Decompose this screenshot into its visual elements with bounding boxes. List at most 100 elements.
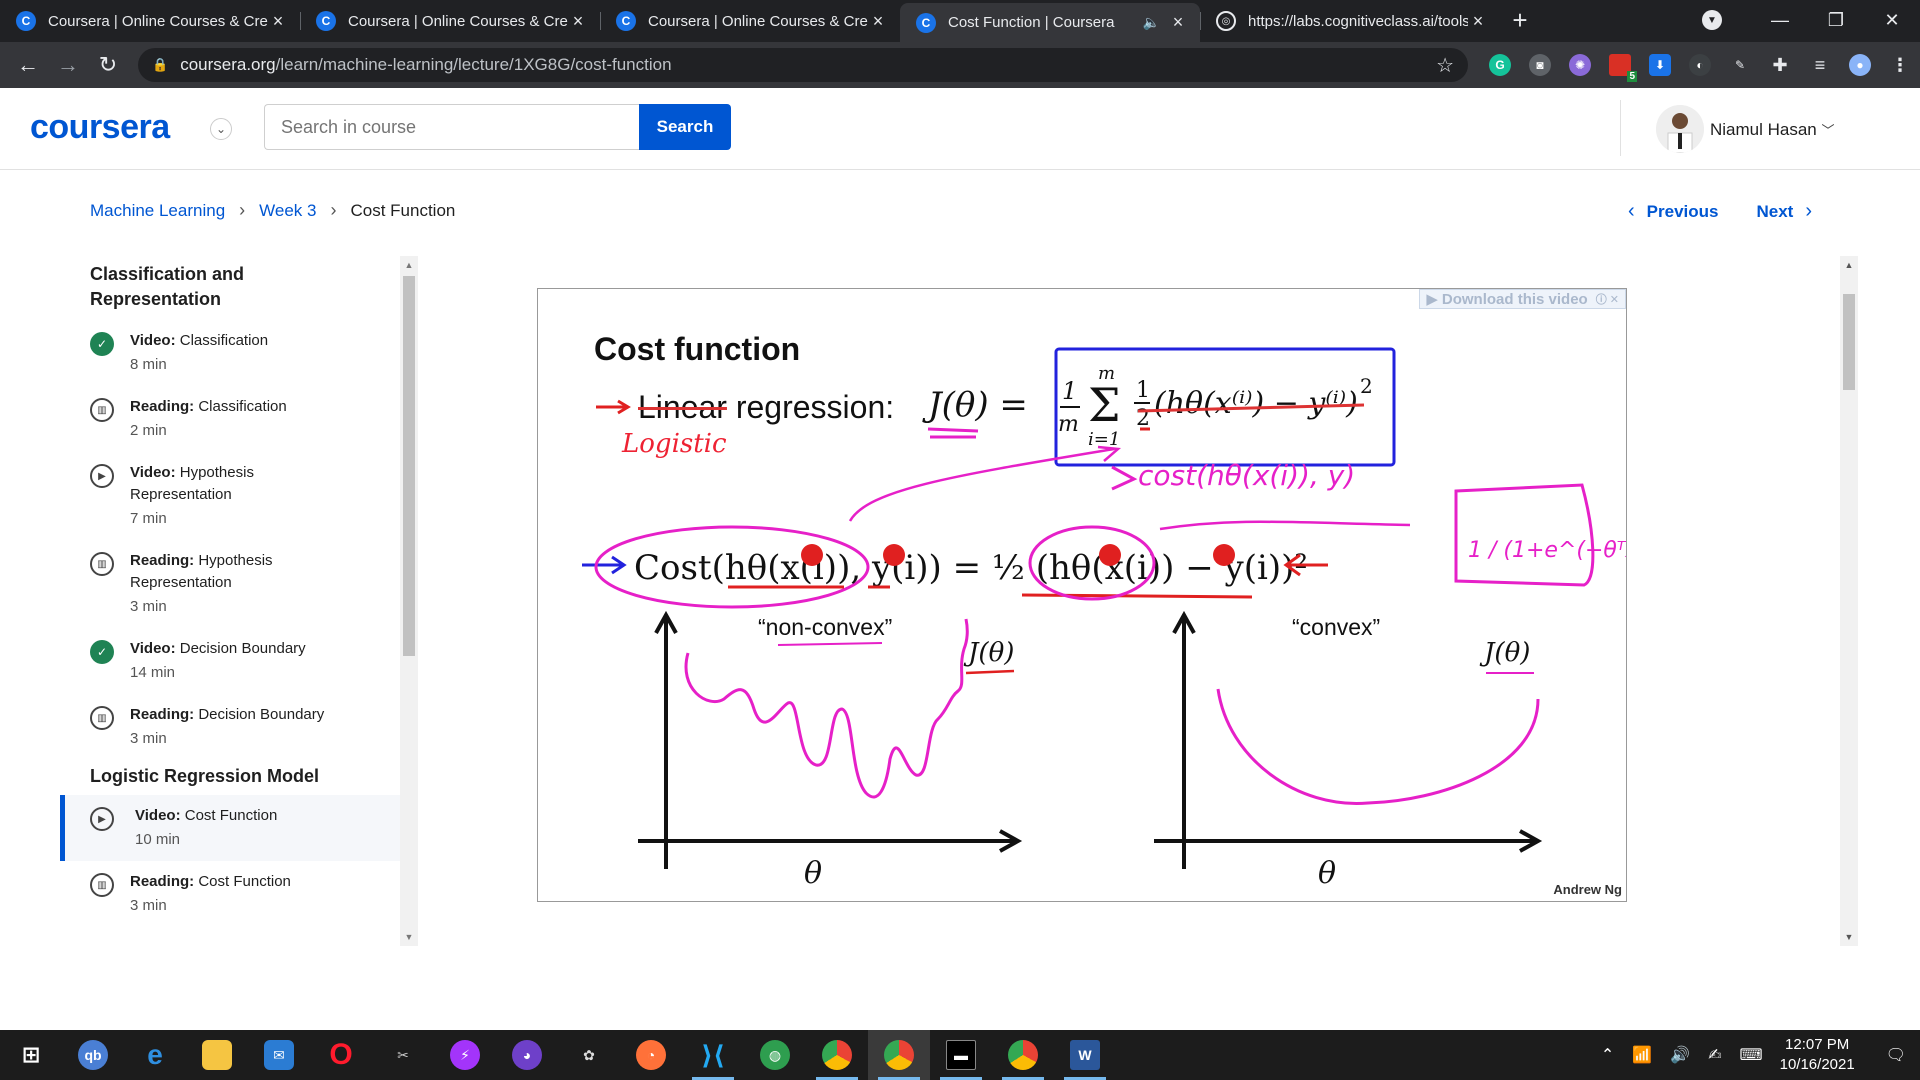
new-tab-button[interactable]: +: [1500, 5, 1540, 36]
chevron-right-icon[interactable]: ›: [1805, 200, 1812, 223]
convex-label: “convex”: [1292, 614, 1380, 640]
snipping-icon[interactable]: ✂: [372, 1030, 434, 1080]
coursera-logo[interactable]: coursera: [30, 108, 170, 147]
handwritten-cost: cost(hθ(x(i)), y): [1138, 459, 1355, 492]
keyboard-icon[interactable]: ⌨: [1740, 1045, 1763, 1065]
theta-label: θ: [1318, 856, 1336, 891]
close-tab-icon[interactable]: ×: [868, 11, 888, 32]
minimize-icon[interactable]: —: [1752, 10, 1808, 31]
list-item-active[interactable]: ▶ Video: Cost Function 10 min: [60, 795, 400, 861]
messenger-icon[interactable]: ⚡: [434, 1030, 496, 1080]
address-bar[interactable]: 🔒 coursera.org/learn/machine-learning/le…: [138, 48, 1468, 82]
list-item[interactable]: ▥ Reading: Classification 2 min: [60, 386, 400, 452]
file-explorer-icon[interactable]: [186, 1030, 248, 1080]
menu-kebab-icon[interactable]: ⋮: [1889, 54, 1911, 76]
network-icon[interactable]: 📶: [1632, 1045, 1652, 1065]
camera-icon[interactable]: ◙: [1529, 54, 1551, 76]
system-tray: ⌃ 📶 🔊 ✍ ⌨ 12:07 PM 10/16/2021 🗨: [1592, 1030, 1920, 1080]
puzzle-icon[interactable]: ✚: [1769, 54, 1791, 76]
browser-tab[interactable]: C Coursera | Online Courses & Credential…: [300, 3, 600, 39]
start-icon[interactable]: ⊞: [0, 1030, 62, 1080]
reading-list-icon[interactable]: ≡: [1809, 54, 1831, 76]
close-tab-icon[interactable]: ×: [268, 11, 288, 32]
search-input[interactable]: [264, 104, 639, 150]
profile-avatar-icon[interactable]: ●: [1849, 54, 1871, 76]
chrome-icon[interactable]: [806, 1030, 868, 1080]
scrollbar-thumb[interactable]: [403, 276, 415, 656]
firefox-icon[interactable]: ◔: [620, 1030, 682, 1080]
scroll-down-icon[interactable]: ▼: [400, 932, 418, 942]
bookmark-star-icon[interactable]: ☆: [1436, 53, 1454, 78]
forward-icon[interactable]: →: [48, 52, 88, 78]
search-button[interactable]: Search: [639, 104, 731, 150]
word-icon[interactable]: W: [1054, 1030, 1116, 1080]
download-icon[interactable]: ⬇: [1649, 54, 1671, 76]
scroll-up-icon[interactable]: ▲: [400, 260, 418, 270]
tab-search-icon[interactable]: ▼: [1702, 10, 1722, 30]
breadcrumb-course[interactable]: Machine Learning: [90, 201, 225, 221]
header-divider: [1620, 100, 1621, 156]
next-button[interactable]: Next: [1756, 202, 1793, 222]
scroll-up-icon[interactable]: ▲: [1840, 260, 1858, 270]
edge-icon[interactable]: e: [124, 1030, 186, 1080]
mail-icon[interactable]: ✉: [248, 1030, 310, 1080]
notifications-icon[interactable]: 🗨: [1886, 1045, 1906, 1065]
chrome-dev-icon[interactable]: [992, 1030, 1054, 1080]
slide-credit: Andrew Ng: [1553, 882, 1622, 897]
audio-playing-icon[interactable]: 🔈: [1143, 14, 1160, 31]
pen-icon[interactable]: ✍: [1708, 1045, 1721, 1065]
restore-icon[interactable]: ❐: [1808, 10, 1864, 31]
sidebar-scrollbar[interactable]: ▲ ▼: [400, 256, 418, 946]
pen-icon[interactable]: ✎: [1729, 54, 1751, 76]
user-menu[interactable]: Niamul Hasan ﹀: [1710, 120, 1835, 140]
scrollbar-thumb[interactable]: [1843, 294, 1855, 390]
list-item[interactable]: ▥ Reading: Hypothesis Representation 3 m…: [60, 540, 340, 628]
chevron-up-icon[interactable]: ⌃: [1601, 1045, 1614, 1065]
github-icon[interactable]: ◕: [496, 1030, 558, 1080]
clock[interactable]: 12:07 PM 10/16/2021: [1780, 1035, 1855, 1075]
browser-tab[interactable]: C Coursera | Online Courses & Credential…: [0, 3, 300, 39]
item-type: Reading:: [130, 398, 195, 415]
url-path: /learn/machine-learning/lecture/1XG8G/co…: [275, 55, 672, 74]
page-scrollbar[interactable]: ▲ ▼: [1840, 256, 1858, 946]
reload-icon[interactable]: ↻: [88, 52, 128, 78]
close-tab-icon[interactable]: ×: [1468, 11, 1488, 32]
screen-icon[interactable]: ◐: [1689, 54, 1711, 76]
chevron-down-icon[interactable]: ⌄: [210, 118, 232, 140]
chevron-right-icon: ›: [330, 200, 337, 220]
coursera-icon: C: [16, 11, 36, 31]
play-icon: ▶: [90, 464, 114, 488]
list-item[interactable]: ▥ Reading: Cost Function 3 min: [60, 861, 400, 927]
opera-icon[interactable]: O: [310, 1030, 372, 1080]
volume-icon[interactable]: 🔊: [1670, 1045, 1690, 1065]
chevron-left-icon[interactable]: ‹: [1628, 200, 1635, 223]
browser-tab[interactable]: ◎ https://labs.cognitiveclass.ai/tools ×: [1200, 3, 1500, 39]
close-window-icon[interactable]: ✕: [1864, 10, 1920, 31]
browser-tab-active[interactable]: C Cost Function | Coursera 🔈 ×: [900, 3, 1200, 42]
lecture-video[interactable]: ▶ Download this video ⓘ ✕ Cost function …: [537, 288, 1627, 902]
list-item[interactable]: ✓ Video: Decision Boundary 14 min: [60, 628, 400, 694]
previous-button[interactable]: Previous: [1647, 202, 1719, 222]
qb-icon[interactable]: qb: [62, 1030, 124, 1080]
extension-badge-icon[interactable]: 5: [1609, 54, 1637, 82]
back-icon[interactable]: ←: [8, 52, 48, 78]
item-name: Classification: [198, 398, 287, 415]
grammarly-icon[interactable]: G: [1489, 54, 1511, 76]
close-tab-icon[interactable]: ×: [1168, 12, 1188, 33]
user-name: Niamul Hasan: [1710, 120, 1817, 139]
paint-icon[interactable]: ✿: [558, 1030, 620, 1080]
avatar[interactable]: [1656, 105, 1704, 153]
lock-icon[interactable]: 🔒: [152, 57, 168, 73]
close-tab-icon[interactable]: ×: [568, 11, 588, 32]
extension-icon[interactable]: ✺: [1569, 54, 1591, 76]
scroll-down-icon[interactable]: ▼: [1840, 932, 1858, 942]
list-item[interactable]: ✓ Video: Classification 8 min: [60, 320, 400, 386]
earth-icon[interactable]: ◍: [744, 1030, 806, 1080]
breadcrumb-week[interactable]: Week 3: [259, 201, 316, 221]
list-item[interactable]: ▶ Video: Hypothesis Representation 7 min: [60, 452, 340, 540]
terminal-icon[interactable]: ▬: [930, 1030, 992, 1080]
vscode-icon[interactable]: ⟩⟨: [682, 1030, 744, 1080]
browser-tab[interactable]: C Coursera | Online Courses & Credential…: [600, 3, 900, 39]
list-item[interactable]: ▥ Reading: Decision Boundary 3 min: [60, 694, 400, 760]
chrome-profile-icon[interactable]: [868, 1030, 930, 1080]
